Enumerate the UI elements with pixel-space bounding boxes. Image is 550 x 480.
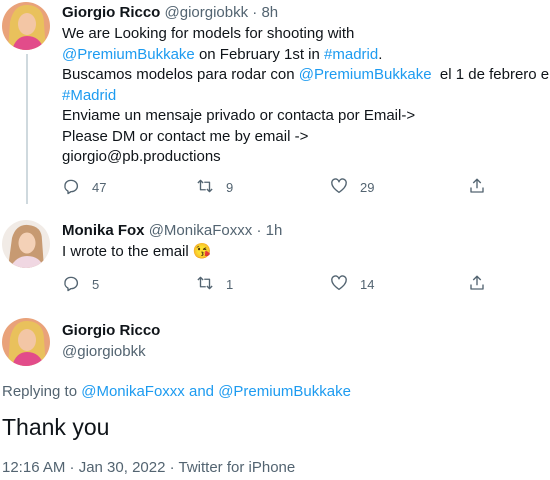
author-name[interactable]: Giorgio Ricco <box>62 4 160 21</box>
hashtag-link[interactable]: #Madrid <box>62 87 116 104</box>
tweet-line: @PremiumBukkake on February 1st in #madr… <box>62 45 550 66</box>
separator-dot: · <box>252 4 258 21</box>
retweet-icon <box>196 274 214 295</box>
retweet-button[interactable]: 9 <box>196 177 233 197</box>
main-tweet-text: Thank you <box>2 414 110 440</box>
tweet-text: We are Looking for models for shooting w… <box>62 24 550 168</box>
avatar[interactable] <box>2 2 50 50</box>
text-span: We are Looking for models for shooting w… <box>62 25 355 42</box>
text-span: Buscamos modelos para rodar con <box>62 66 299 83</box>
reply-icon <box>62 274 80 295</box>
mention-link[interactable]: @PremiumBukkake <box>218 383 351 400</box>
tweet-text: I wrote to the email 😘 <box>62 242 212 263</box>
retweet-count: 1 <box>226 276 234 292</box>
like-button[interactable]: 14 <box>330 274 374 294</box>
tweet-line: #Madrid <box>62 86 550 107</box>
replying-prefix: Replying to <box>2 383 82 400</box>
avatar[interactable] <box>2 220 50 268</box>
tweet-line: Please DM or contact me by email -> <box>62 127 550 148</box>
tweet-line: Buscamos modelos para rodar con @Premium… <box>62 65 550 86</box>
author-name[interactable]: Monika Fox <box>62 222 145 239</box>
mention-link[interactable]: @MonikaFoxxx <box>81 383 185 400</box>
author-handle[interactable]: @giorgiobkk <box>165 4 249 21</box>
reply-count: 5 <box>92 276 100 292</box>
share-icon <box>468 274 486 295</box>
reply-button[interactable]: 47 <box>62 177 106 197</box>
tweet-line: Enviame un mensaje privado or contacta p… <box>62 106 550 127</box>
reply-button[interactable]: 5 <box>62 274 99 294</box>
tweet-header: Monika Fox @MonikaFoxxx · 1h <box>62 221 282 241</box>
text-span: giorgio@pb.productions <box>62 148 221 165</box>
retweet-button[interactable]: 1 <box>196 274 233 294</box>
text-span: Enviame un mensaje privado or contacta p… <box>62 107 416 124</box>
retweet-count: 9 <box>226 179 234 195</box>
author-handle[interactable]: @MonikaFoxxx <box>149 222 253 239</box>
tweet-time[interactable]: 8h <box>261 4 278 21</box>
tweet-meta[interactable]: 12:16 AM · Jan 30, 2022 · Twitter for iP… <box>2 459 295 476</box>
text-span: Please DM or contact me by email -> <box>62 127 309 145</box>
tweet-line: giorgio@pb.productions <box>62 147 550 168</box>
tweet-actions: 5 1 14 <box>62 274 502 294</box>
author-handle[interactable]: @giorgiobkk <box>62 343 146 360</box>
share-button[interactable] <box>468 274 486 294</box>
author-name[interactable]: Giorgio Ricco <box>62 322 160 339</box>
tweet-line: We are Looking for models for shooting w… <box>62 24 550 45</box>
text-span: I wrote to the email <box>62 243 193 260</box>
share-button[interactable] <box>468 177 486 197</box>
avatar[interactable] <box>2 318 50 366</box>
retweet-icon <box>196 177 214 198</box>
replying-and: and <box>184 383 219 400</box>
mention-link[interactable]: @PremiumBukkake <box>62 46 195 63</box>
like-button[interactable]: 29 <box>330 177 374 197</box>
like-count: 14 <box>360 276 375 292</box>
mention-link[interactable]: @PremiumBukkake <box>299 66 432 83</box>
text-span: on February 1st in <box>194 45 325 63</box>
reply-count: 47 <box>92 179 107 195</box>
like-count: 29 <box>360 179 375 195</box>
tweet-time[interactable]: 1h <box>266 222 283 239</box>
text-span: el 1 de febrero en <box>431 66 550 83</box>
heart-icon <box>330 177 348 198</box>
tweet-1[interactable]: Giorgio Ricco @giorgiobkk · 8h We are Lo… <box>0 0 550 206</box>
separator-dot: · <box>256 222 262 239</box>
tweet-header: Giorgio Ricco @giorgiobkk · 8h <box>62 3 278 23</box>
share-icon <box>468 177 486 198</box>
thread-line <box>26 54 28 204</box>
tweet-2[interactable]: Monika Fox @MonikaFoxxx · 1h I wrote to … <box>0 206 550 306</box>
hashtag-link[interactable]: #madrid <box>324 46 378 63</box>
text-span: . <box>378 45 383 63</box>
kiss-emoji: 😘 <box>192 243 212 260</box>
reply-icon <box>62 177 80 198</box>
replying-to: Replying to @MonikaFoxxx and @PremiumBuk… <box>2 383 351 400</box>
heart-icon <box>330 274 348 295</box>
tweet-actions: 47 9 29 <box>62 177 502 197</box>
